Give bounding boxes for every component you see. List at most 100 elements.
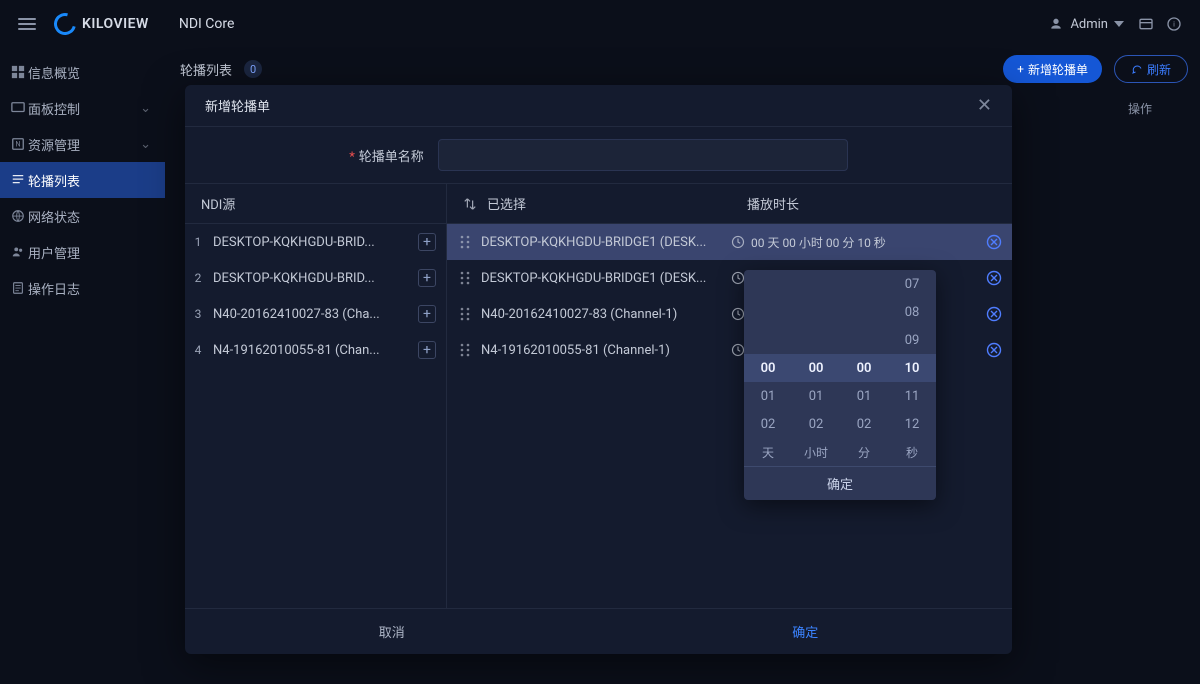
source-row: 3N40-20162410027-83 (Cha...+	[185, 296, 446, 332]
nav-panel[interactable]: 面板控制 ⌄	[0, 90, 165, 126]
time-option[interactable]: 02	[744, 410, 792, 438]
time-option[interactable]: 11	[888, 382, 936, 410]
drag-handle-icon[interactable]	[459, 307, 471, 321]
time-option[interactable]	[744, 270, 792, 298]
add-source-button[interactable]: +	[418, 305, 436, 323]
clock-icon	[731, 307, 745, 321]
add-source-button[interactable]: +	[418, 233, 436, 251]
time-col-秒[interactable]: 070809101112	[888, 270, 936, 440]
time-unit-label: 天	[744, 440, 792, 466]
add-playlist-button[interactable]: + 新增轮播单	[1003, 55, 1102, 83]
time-option[interactable]	[840, 270, 888, 298]
remove-icon[interactable]	[986, 270, 1002, 286]
svg-text:N: N	[16, 141, 21, 149]
time-option[interactable]: 01	[840, 382, 888, 410]
nav-network[interactable]: 网络状态	[0, 198, 165, 234]
nav-label: 用户管理	[28, 243, 80, 262]
time-col-小时[interactable]: 000102	[792, 270, 840, 440]
selected-row[interactable]: DESKTOP-KQKHGDU-BRIDGE1 (DESK...00 天 00 …	[447, 224, 1012, 260]
time-option[interactable]	[792, 326, 840, 354]
refresh-button[interactable]: 刷新	[1114, 55, 1188, 83]
time-option[interactable]: 02	[840, 410, 888, 438]
time-option[interactable]	[840, 326, 888, 354]
nav-label: 轮播列表	[28, 171, 80, 190]
time-option[interactable]: 09	[888, 326, 936, 354]
panel-icon	[11, 101, 25, 115]
brand-text: KILOVIEW	[82, 16, 149, 32]
time-option[interactable]	[744, 326, 792, 354]
add-playlist-label: 新增轮播单	[1028, 61, 1088, 78]
time-option[interactable]: 02	[792, 410, 840, 438]
nav-label: 网络状态	[28, 207, 80, 226]
time-option-selected[interactable]: 10	[888, 354, 936, 382]
time-option[interactable]	[792, 270, 840, 298]
time-option[interactable]: 01	[792, 382, 840, 410]
drag-handle-icon[interactable]	[459, 271, 471, 285]
time-option-selected[interactable]: 00	[792, 354, 840, 382]
app-title: NDI Core	[179, 16, 235, 32]
time-option[interactable]: 07	[888, 270, 936, 298]
time-option[interactable]	[840, 298, 888, 326]
nav-label: 操作日志	[28, 279, 80, 298]
hamburger-icon[interactable]	[18, 18, 36, 30]
selected-label: 已选择	[487, 194, 526, 213]
source-name: DESKTOP-KQKHGDU-BRID...	[213, 271, 410, 286]
remove-icon[interactable]	[986, 234, 1002, 250]
time-col-天[interactable]: 000102	[744, 270, 792, 440]
source-row: 4 N4-19162010055-81 (Chan... +	[185, 332, 446, 368]
add-source-button[interactable]: +	[418, 269, 436, 287]
topbar: KILOVIEW NDI Core Admin i	[0, 0, 1200, 48]
time-option-selected[interactable]: 00	[744, 354, 792, 382]
playlist-icon	[11, 173, 25, 187]
time-option[interactable]: 08	[888, 298, 936, 326]
close-icon[interactable]: ✕	[977, 97, 992, 115]
clock-icon	[731, 343, 745, 357]
remove-icon[interactable]	[986, 342, 1002, 358]
refresh-icon	[1131, 63, 1143, 75]
nav-playlist[interactable]: 轮播列表	[0, 162, 165, 198]
page-header: 轮播列表 0 + 新增轮播单 刷新	[180, 55, 1188, 83]
help-icon[interactable]: i	[1166, 16, 1182, 32]
nav-logs[interactable]: 操作日志	[0, 270, 165, 306]
time-picker: 000102000102000102070809101112 天小时分秒 确定	[744, 270, 936, 500]
brand-logo: KILOVIEW	[54, 13, 149, 35]
drag-handle-icon[interactable]	[459, 235, 471, 249]
source-header: NDI源	[185, 184, 446, 224]
nav-overview[interactable]: 信息概览	[0, 54, 165, 90]
cancel-button[interactable]: 取消	[185, 609, 599, 654]
nav-users[interactable]: 用户管理	[0, 234, 165, 270]
confirm-button[interactable]: 确定	[599, 609, 1013, 654]
source-name: DESKTOP-KQKHGDU-BRID...	[213, 235, 410, 250]
column-op-header: 操作	[1128, 100, 1152, 117]
source-index: 4	[191, 343, 205, 357]
time-option[interactable]: 01	[744, 382, 792, 410]
playlist-name-label: *轮播单名称	[349, 146, 424, 165]
source-row: 2DESKTOP-KQKHGDU-BRID...+	[185, 260, 446, 296]
playlist-name-input[interactable]	[438, 139, 848, 171]
sidebar: 信息概览 面板控制 ⌄ N 资源管理 ⌄ 轮播列表 网络状态 用户管理 操作日志	[0, 48, 165, 684]
time-option[interactable]	[744, 298, 792, 326]
nav-label: 资源管理	[28, 135, 80, 154]
selected-header: 已选择 播放时长	[447, 184, 1012, 224]
chevron-down-icon: ⌄	[140, 137, 151, 152]
nav-resource[interactable]: N 资源管理 ⌄	[0, 126, 165, 162]
drag-handle-icon[interactable]	[459, 343, 471, 357]
time-option[interactable]	[792, 298, 840, 326]
source-name: N40-20162410027-83 (Cha...	[213, 307, 410, 322]
nav-label: 面板控制	[28, 99, 80, 118]
time-option[interactable]: 12	[888, 410, 936, 438]
layout-icon[interactable]	[1138, 16, 1154, 32]
sort-icon[interactable]	[463, 197, 477, 211]
remove-icon[interactable]	[986, 306, 1002, 322]
clock-icon	[731, 271, 745, 285]
log-icon	[11, 281, 25, 295]
source-name: N4-19162010055-81 (Chan...	[213, 343, 410, 358]
modal-title: 新增轮播单	[205, 96, 270, 115]
user-menu[interactable]: Admin	[1048, 16, 1124, 32]
duration-display[interactable]: 00 天 00 小时 00 分 10 秒	[731, 234, 886, 251]
time-option-selected[interactable]: 00	[840, 354, 888, 382]
time-col-分[interactable]: 000102	[840, 270, 888, 440]
add-source-button[interactable]: +	[418, 341, 436, 359]
time-picker-ok[interactable]: 确定	[744, 466, 936, 500]
svg-text:i: i	[1173, 20, 1175, 29]
